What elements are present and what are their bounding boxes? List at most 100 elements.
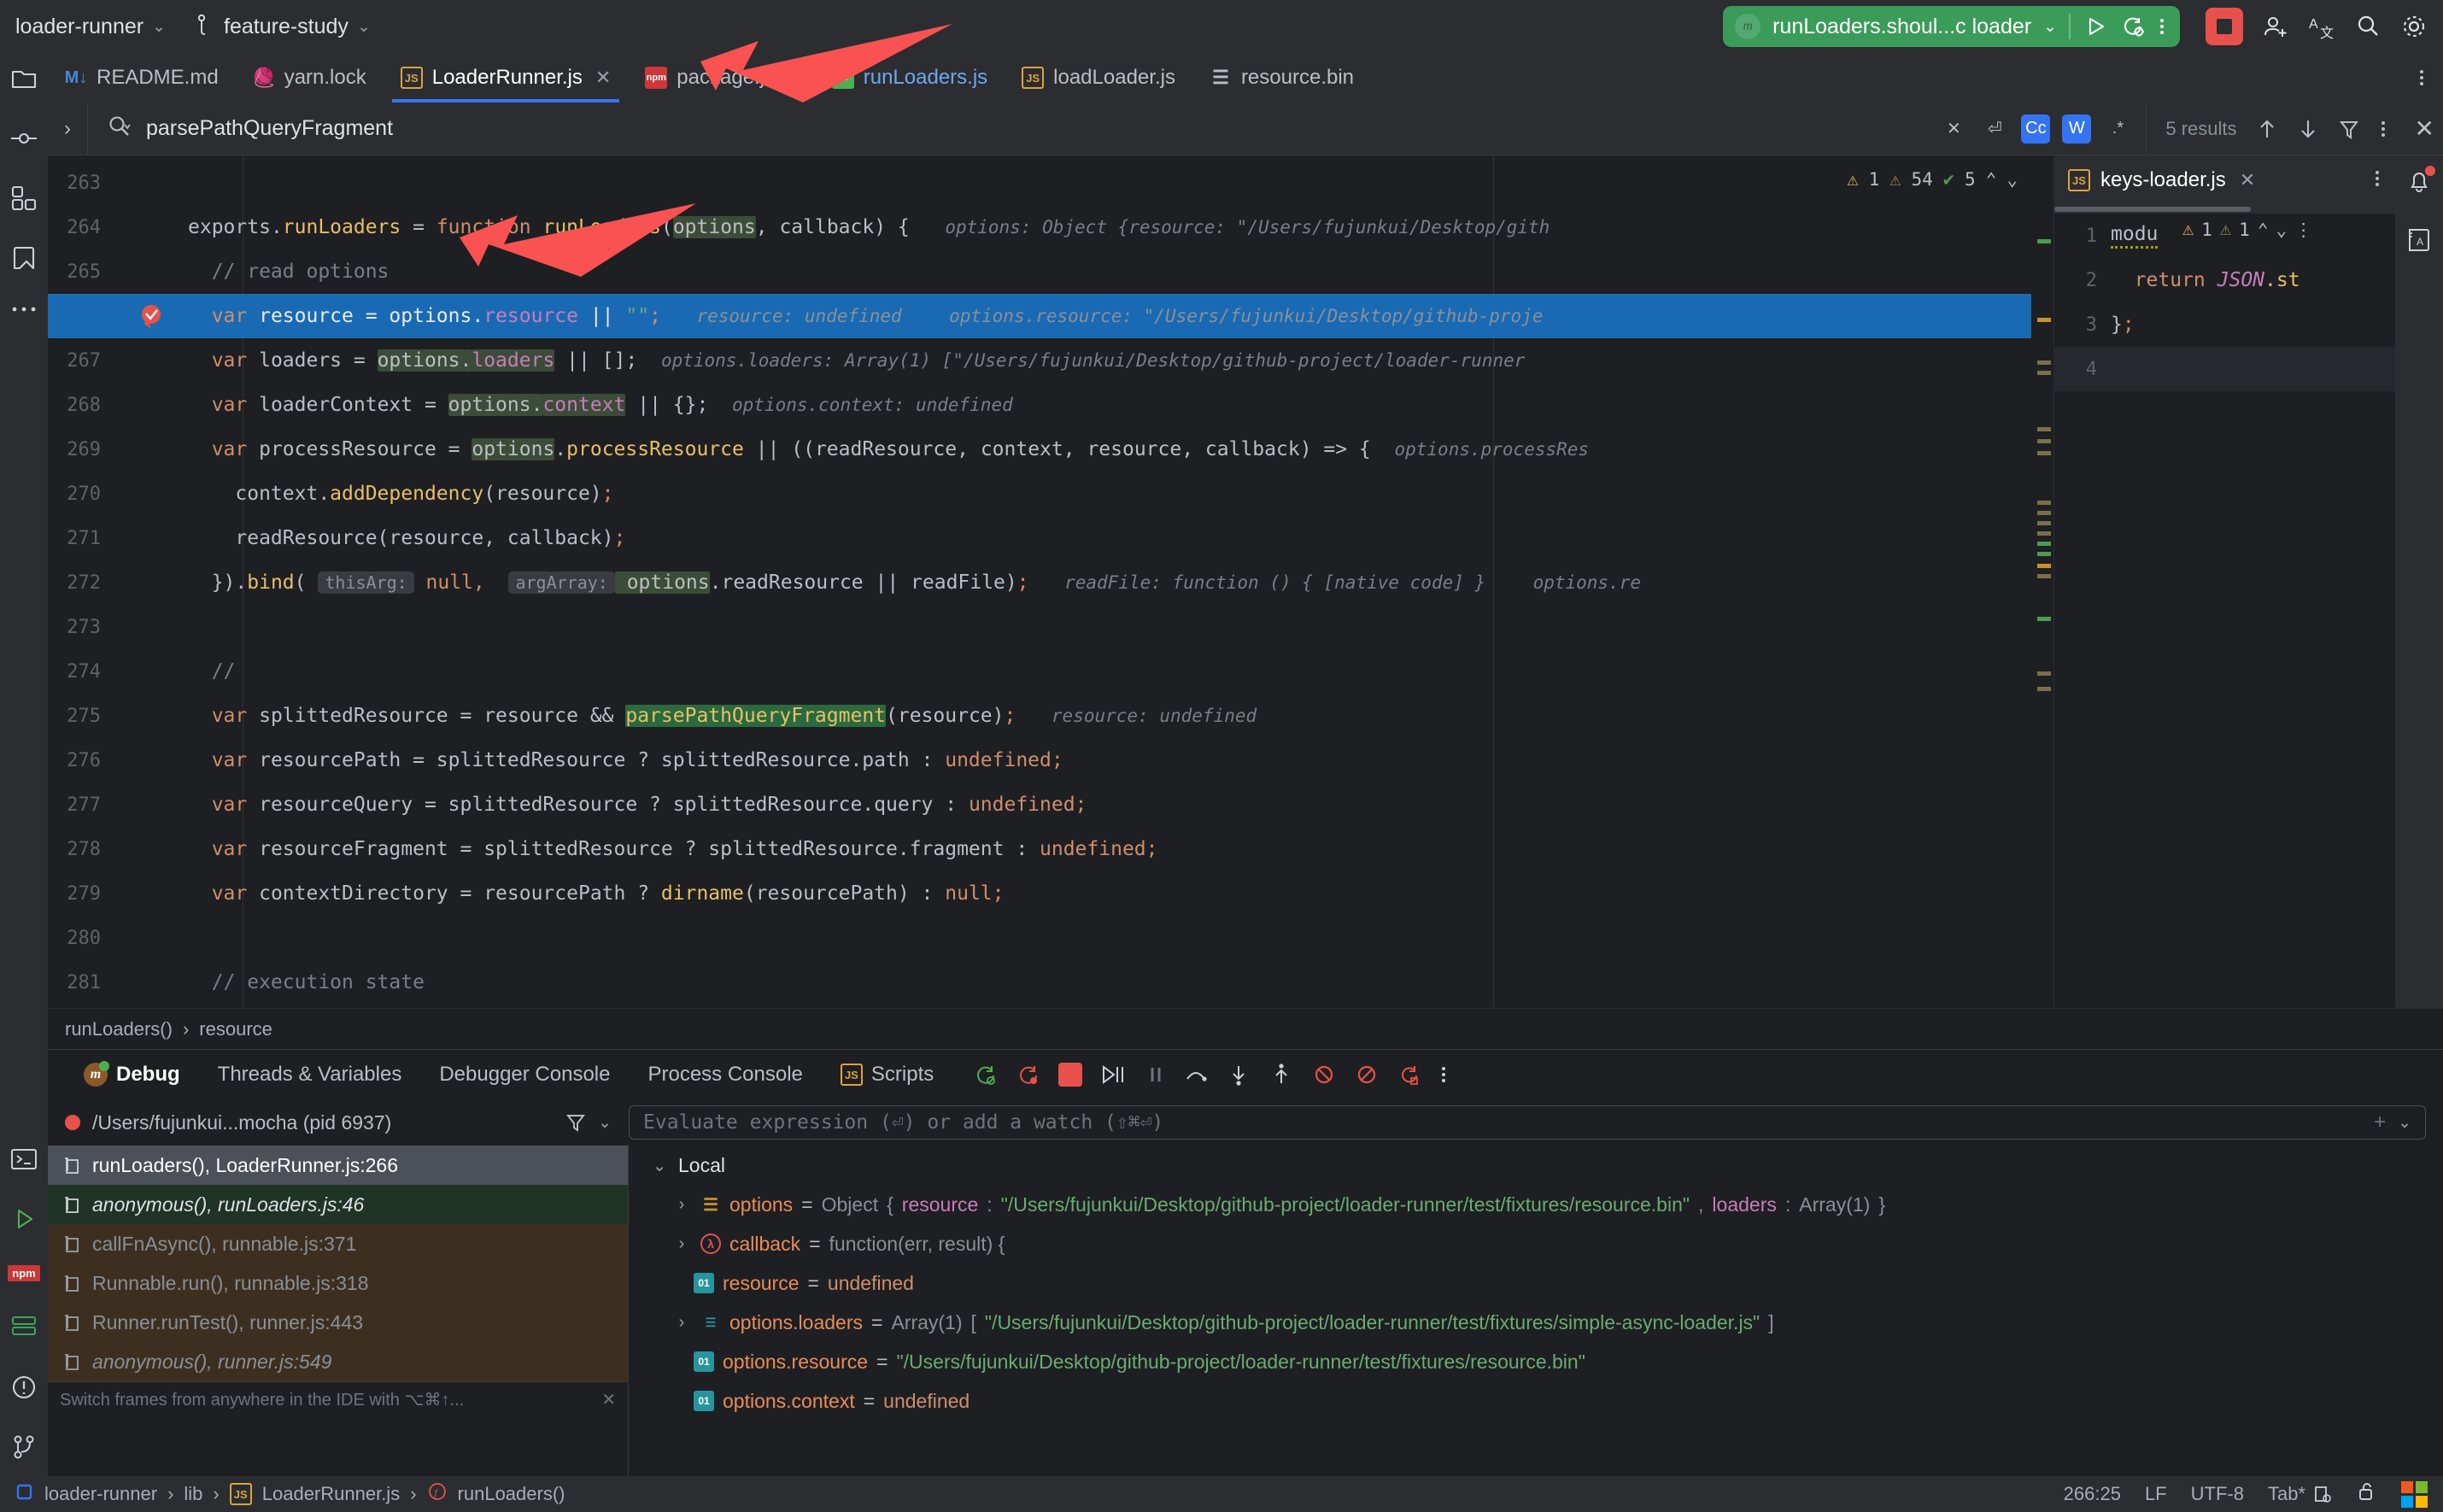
search-more-icon[interactable] — [2379, 116, 2387, 142]
mute-breakpoints-icon[interactable] — [1311, 1062, 1337, 1087]
code-line[interactable]: 263 — [48, 161, 2031, 205]
code-line[interactable]: 281 // execution state — [48, 960, 2031, 1005]
code-line[interactable]: 275 var splittedResource = resource && p… — [48, 694, 2031, 738]
variable-row[interactable]: › ☰ options = Object {resource: "/Users/… — [649, 1185, 2443, 1224]
indent-settings[interactable]: Tab* — [2268, 1483, 2333, 1505]
run-tool-icon[interactable] — [10, 1205, 38, 1233]
next-match-icon[interactable] — [2297, 116, 2319, 142]
search-input[interactable]: parsePathQueryFragment — [146, 116, 393, 141]
notifications-icon[interactable] — [2405, 167, 2433, 195]
more-tool-windows-icon[interactable] — [10, 304, 38, 314]
run-icon[interactable] — [2083, 14, 2108, 39]
dictionary-icon[interactable]: A — [2405, 226, 2433, 253]
filter-icon[interactable] — [2338, 116, 2360, 142]
run-configuration-widget[interactable]: m runLoaders.shoul...c loader ⌄ — [1723, 6, 2180, 47]
code-line[interactable]: 278 var resourceFragment = splittedResou… — [48, 827, 2031, 871]
tab-process-console[interactable]: Process Console — [629, 1063, 821, 1087]
unlocked-icon[interactable] — [2357, 1480, 2377, 1508]
chevron-down-icon[interactable]: ⌄ — [598, 1113, 612, 1133]
expand-search-icon[interactable]: › — [48, 117, 87, 141]
code-line[interactable]: 270 context.addDependency(resource); — [48, 472, 2031, 516]
previous-problem-icon[interactable]: ⌃ — [2258, 220, 2269, 240]
next-problem-icon[interactable]: ⌄ — [2007, 169, 2018, 190]
code-line[interactable]: 276 var resourcePath = splittedResource … — [48, 738, 2031, 782]
breadcrumb-item[interactable]: loader-runner — [44, 1483, 157, 1505]
variable-row[interactable]: › λ callback = function(err, result) { — [649, 1224, 2443, 1263]
frames-list[interactable]: runLoaders(), LoaderRunner.js:266 anonym… — [48, 1146, 629, 1476]
tab-threads-variables[interactable]: Threads & Variables — [199, 1063, 421, 1087]
commit-icon[interactable] — [10, 125, 38, 152]
tab-loaderrunner-js[interactable]: JS LoaderRunner.js ✕ — [384, 53, 629, 103]
stop-icon[interactable] — [1058, 1063, 1082, 1087]
step-over-icon[interactable] — [1183, 1062, 1209, 1087]
tab-debugger-console[interactable]: Debugger Console — [420, 1063, 629, 1087]
variable-row[interactable]: › ☰ options.loaders = Array(1) ["/Users/… — [649, 1303, 2443, 1342]
breakpoint-icon[interactable] — [114, 302, 188, 331]
code-line-current[interactable]: var resource = options.resource || ""; r… — [48, 294, 2031, 338]
problems-icon[interactable] — [10, 1374, 38, 1401]
match-case-toggle[interactable]: Cc — [2021, 114, 2050, 144]
code-line[interactable]: 267 var loaders = options.loaders || [];… — [48, 338, 2031, 383]
search-icon[interactable] — [2354, 13, 2381, 40]
next-problem-icon[interactable]: ⌄ — [2276, 220, 2287, 240]
tab-list-more-icon[interactable] — [2400, 53, 2443, 103]
frame-row[interactable]: callFnAsync(), runnable.js:371 — [48, 1224, 628, 1263]
variable-row[interactable]: 01 resource = undefined — [649, 1263, 2443, 1303]
code-line[interactable]: 280 — [48, 916, 2031, 960]
close-icon[interactable]: ✕ — [2240, 169, 2255, 191]
pause-program-icon[interactable] — [1145, 1062, 1166, 1087]
settings-icon[interactable] — [2400, 13, 2428, 40]
editor-marker-scrollbar[interactable] — [2031, 155, 2053, 1008]
step-into-icon[interactable] — [1226, 1062, 1251, 1087]
breadcrumb-item[interactable]: LoaderRunner.js — [262, 1483, 400, 1505]
tab-scripts[interactable]: JS Scripts — [822, 1063, 952, 1087]
tab-resource-bin[interactable]: ☰ resource.bin — [1192, 53, 1371, 103]
bookmarks-icon[interactable] — [10, 244, 38, 272]
translate-icon[interactable]: A文 — [2308, 13, 2335, 40]
search-icon[interactable] — [107, 114, 132, 144]
variable-row[interactable]: 01 options.resource = "/Users/fujunkui/D… — [649, 1342, 2443, 1381]
words-toggle[interactable]: W — [2062, 114, 2091, 144]
code-line[interactable]: 4 — [2054, 347, 2395, 391]
frame-row[interactable]: Runner.runTest(), runner.js:443 — [48, 1303, 628, 1342]
version-control-icon[interactable] — [10, 1433, 38, 1461]
horizontal-scrollbar[interactable] — [2054, 205, 2395, 214]
frame-row[interactable]: anonymous(), runner.js:549 — [48, 1342, 628, 1381]
code-line[interactable]: 2 return JSON.st — [2054, 258, 2395, 302]
stop-icon[interactable] — [2206, 8, 2243, 45]
evaluate-expression-input[interactable]: Evaluate expression (⏎) or add a watch (… — [629, 1105, 2426, 1140]
status-breadcrumb[interactable]: loader-runner › lib › JS LoaderRunner.js… — [15, 1481, 565, 1507]
close-search-icon[interactable]: ✕ — [2406, 114, 2434, 143]
add-watch-icon[interactable]: + — [2374, 1111, 2386, 1134]
tab-runloaders-js[interactable]: JS runLoaders.js — [815, 53, 1005, 103]
scope-row[interactable]: ⌄ Local — [649, 1146, 2443, 1185]
line-separator[interactable]: LF — [2145, 1483, 2167, 1505]
debug-more-icon[interactable] — [1439, 1062, 1448, 1087]
variables-tree[interactable]: ⌄ Local › ☰ options = Object {resource: … — [629, 1146, 2443, 1476]
restore-layout-icon[interactable] — [1397, 1062, 1422, 1087]
close-hint-icon[interactable]: ✕ — [601, 1389, 616, 1410]
secondary-inspection-widget[interactable]: ⚠ 1 ⚠ 1 ⌃ ⌄ ⋮ — [2182, 219, 2312, 240]
chevron-right-icon[interactable]: › — [671, 1234, 692, 1254]
frame-row[interactable]: runLoaders(), LoaderRunner.js:266 — [48, 1146, 628, 1185]
preserve-case-icon[interactable]: ⏎ — [1980, 114, 2009, 144]
process-selector[interactable]: /Users/fujunkui...mocha (pid 6937) ⌄ — [48, 1111, 629, 1134]
breadcrumb-item[interactable]: runLoaders() — [65, 1018, 173, 1040]
code-line[interactable]: 268 var loaderContext = options.context … — [48, 383, 2031, 427]
code-line[interactable]: 271 readResource(resource, callback); — [48, 516, 2031, 560]
file-encoding[interactable]: UTF-8 — [2191, 1483, 2244, 1505]
search-field-wrapper[interactable]: parsePathQueryFragment ✕ ⏎ Cc W .* — [87, 103, 2146, 155]
code-line[interactable]: 3 }; — [2054, 302, 2395, 347]
npm-icon[interactable]: npm — [8, 1265, 39, 1281]
debug-icon[interactable] — [2120, 14, 2146, 39]
close-icon[interactable]: ✕ — [595, 67, 611, 89]
tab-yarn-lock[interactable]: 🧶 yarn.lock — [236, 53, 384, 103]
breadcrumb-item[interactable]: lib — [184, 1483, 202, 1505]
plugins-icon[interactable] — [10, 185, 38, 212]
code-line[interactable]: 269 var processResource = options.proces… — [48, 427, 2031, 472]
project-selector[interactable]: loader-runner ⌄ — [15, 15, 166, 39]
branch-selector[interactable]: feature-study ⌄ — [196, 14, 371, 40]
chevron-down-icon[interactable]: ⌄ — [2398, 1113, 2411, 1133]
resume-program-icon[interactable] — [1099, 1062, 1128, 1087]
services-icon[interactable] — [10, 1314, 38, 1341]
